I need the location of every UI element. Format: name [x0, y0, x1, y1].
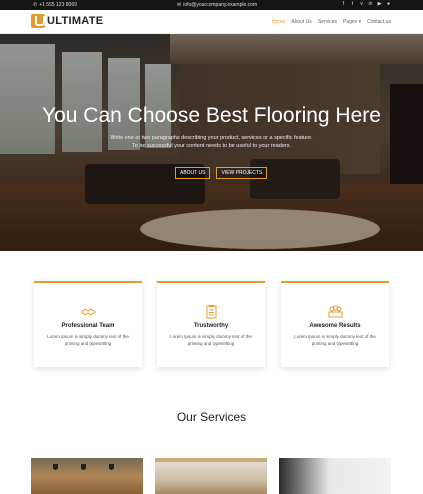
results-icon [328, 304, 343, 319]
service-image-interior[interactable] [279, 458, 391, 494]
nav-pages-label: Pages [343, 19, 358, 25]
nav-about[interactable]: About Us [291, 19, 312, 25]
facebook-icon[interactable]: f [341, 2, 346, 7]
phone-contact[interactable]: ✆ +1 555 123 8069 [33, 2, 77, 8]
linkedin-icon[interactable]: in [368, 2, 373, 7]
hero-subtitle: To be successful your content needs to b… [132, 143, 291, 149]
feature-card: Professional Team Lorem Ipsum is simply … [34, 281, 142, 367]
site-header: ULTIMATE Home About Us Services Pages ▾ … [0, 10, 423, 34]
nav-services[interactable]: Services [318, 19, 337, 25]
email-text: info@yourcompany.example.com [183, 2, 258, 8]
service-image-living-room[interactable] [155, 458, 267, 494]
view-projects-button[interactable]: VIEW PROJECTS [216, 167, 268, 179]
feature-title: Trustworthy [193, 323, 229, 329]
vimeo-icon[interactable]: v [359, 2, 364, 7]
main-nav: Home About Us Services Pages ▾ Contact u… [272, 19, 391, 25]
services-title: Our Services [176, 410, 247, 424]
feature-card: Trustworthy Lorem Ipsum is simply dummy … [157, 281, 265, 367]
feature-title: Professional Team [61, 323, 115, 329]
youtube-icon[interactable]: ▶ [377, 2, 382, 7]
hero-buttons: ABOUT US VIEW PROJECTS [175, 167, 268, 179]
social-links: f t v in ▶ ● [341, 2, 391, 7]
nav-home[interactable]: Home [272, 19, 285, 25]
logo-text: ULTIMATE [47, 15, 104, 27]
github-icon[interactable]: ● [386, 2, 391, 7]
feature-title: Awesome Results [309, 323, 361, 329]
ceiling-beam [155, 458, 267, 462]
phone-text: +1 555 123 8069 [39, 2, 77, 8]
handshake-icon [81, 304, 96, 319]
phone-icon: ✆ [33, 2, 38, 8]
hero-banner: You Can Choose Best Flooring Here Write … [0, 34, 423, 251]
logo[interactable]: ULTIMATE [31, 14, 103, 28]
nav-pages[interactable]: Pages ▾ [343, 19, 361, 25]
email-contact[interactable]: ✉ info@yourcompany.example.com [177, 2, 257, 8]
hero-subtitle: Write one or two paragraphs describing y… [110, 135, 313, 141]
about-us-button[interactable]: ABOUT US [175, 167, 211, 179]
feature-text: Lorem Ipsum is simply dummy text of the … [47, 334, 129, 346]
twitter-icon[interactable]: t [350, 2, 355, 7]
top-bar: ✆ +1 555 123 8069 ✉ info@yourcompany.exa… [0, 0, 423, 10]
feature-card: Awesome Results Lorem Ipsum is simply du… [281, 281, 389, 367]
nav-contact[interactable]: Contact us [367, 19, 391, 25]
service-image-kitchen[interactable] [31, 458, 143, 494]
envelope-icon: ✉ [177, 2, 182, 8]
feature-text: Lorem Ipsum is simply dummy text of the … [170, 334, 252, 346]
clipboard-icon [204, 304, 219, 319]
lamp-icon [109, 464, 114, 470]
feature-text: Lorem Ipsum is simply dummy text of the … [294, 334, 376, 346]
chevron-down-icon: ▾ [358, 19, 362, 25]
lamp-icon [81, 464, 86, 470]
logo-mark-icon [31, 14, 45, 28]
hero-title: You Can Choose Best Flooring Here [42, 104, 381, 127]
lamp-icon [53, 464, 58, 470]
